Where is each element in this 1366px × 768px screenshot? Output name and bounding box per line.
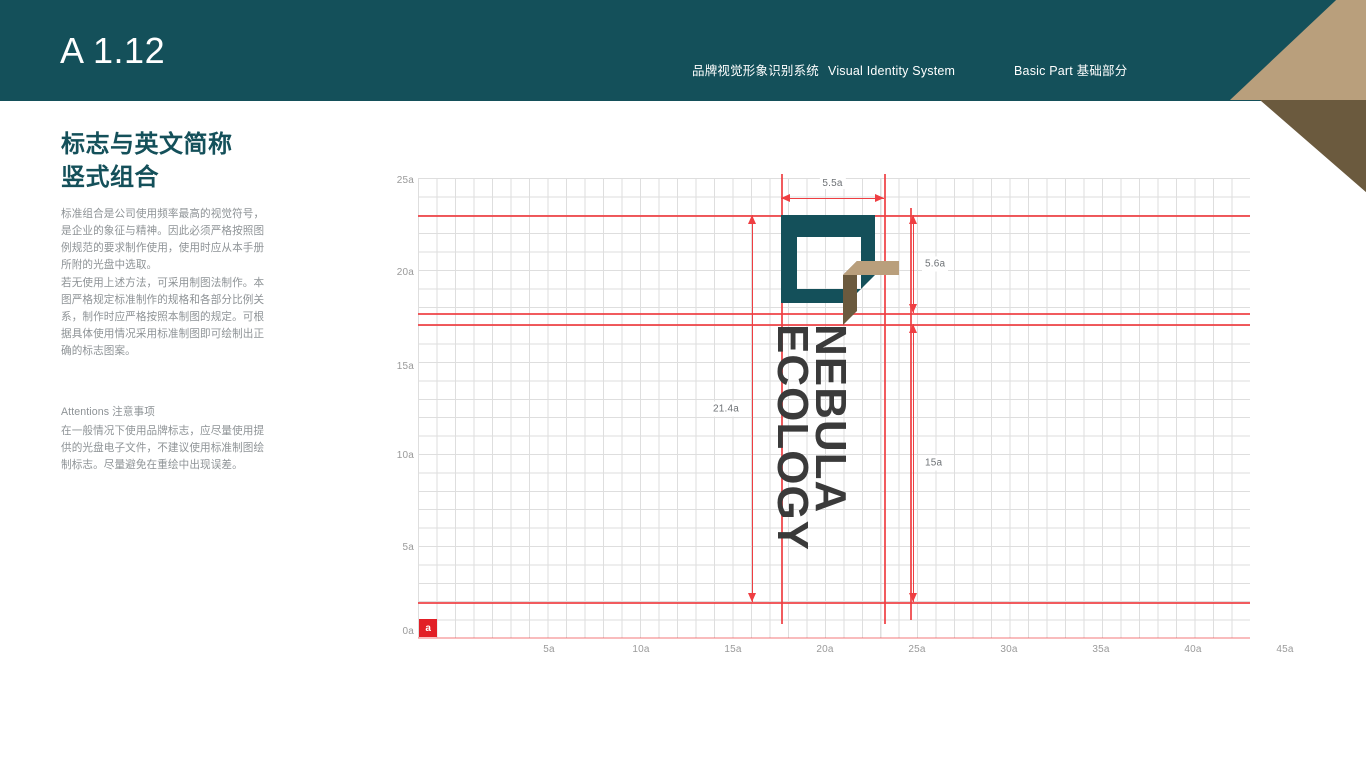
section-description: 标准组合是公司使用频率最高的视觉符号， 是企业的象征与精神。因此必须严格按照图 … (61, 206, 273, 360)
description-line: 据具体使用情况采用标准制图即可绘制出正 (61, 328, 265, 341)
x-axis-label: 10a (632, 644, 650, 655)
section-title-line-1: 标志与英文简称 (61, 131, 233, 158)
description-line: 系，制作时应严格按照本制图的规定。可根 (61, 310, 265, 323)
arrow-down-icon (908, 304, 917, 313)
description-line: 标准组合是公司使用频率最高的视觉符号， (61, 208, 265, 220)
dimension-label: 5.6a (922, 256, 949, 272)
page-header: A 1.12 品牌视觉形象识别系统 Visual Identity System … (0, 0, 1366, 101)
x-axis-label: 25a (908, 644, 926, 655)
dimension-logo-width: 5.5a (781, 178, 884, 204)
page-root: A 1.12 品牌视觉形象识别系统 Visual Identity System … (0, 0, 1366, 768)
y-axis-label: 0a (402, 626, 414, 637)
unit-square-marker: a (419, 619, 438, 638)
header-subtitle: 品牌视觉形象识别系统 Visual Identity System (692, 60, 955, 79)
header-subtitle-en: Visual Identity System (828, 64, 956, 78)
logo-tail-side (857, 261, 899, 275)
attentions-line: 在一般情况下使用品牌标志，应尽量使用提 (61, 425, 265, 438)
description-line: 例规范的要求制作使用，使用时应从本手册 (61, 242, 265, 255)
x-axis-label: 45a (1276, 644, 1294, 655)
guide-line-grid-bottom (418, 637, 1250, 639)
x-axis-label: 40a (1184, 644, 1202, 655)
header-subtitle-cn: 品牌视觉形象识别系统 (692, 64, 820, 78)
dimension-line (912, 215, 914, 313)
x-axis-label: 35a (1092, 644, 1110, 655)
dimension-line (912, 324, 914, 602)
guide-line-baseline (418, 602, 1250, 604)
arrow-left-icon (781, 193, 790, 202)
logo-mark-svg (781, 215, 899, 325)
x-axis-label: 15a (724, 644, 742, 655)
header-section-label: Basic Part 基础部分 (1014, 64, 1128, 78)
x-axis-label: 5a (543, 644, 555, 655)
x-axis-label: 30a (1000, 644, 1018, 655)
description-line: 若无使用上述方法，可采用制图法制作。本 (61, 276, 265, 289)
dimension-line (751, 215, 753, 602)
arrow-up-icon (908, 215, 917, 224)
attentions-line: 供的光盘电子文件，不建议使用标准制图绘 (61, 442, 265, 455)
dimension-label: 5.5a (819, 178, 846, 189)
section-title-line-2: 竖式组合 (61, 164, 159, 192)
arrow-down-icon (747, 593, 756, 602)
dimension-label: 21.4a (709, 401, 742, 416)
section-title: 标志与英文简称 竖式组合 (61, 128, 233, 194)
logo-bubble-shape (781, 215, 875, 303)
chevron-top-face (1230, 0, 1366, 100)
dimension-line (781, 197, 884, 199)
arrow-down-icon (908, 593, 917, 602)
dimension-total-height: 21.4a (709, 215, 758, 602)
attentions-line: 制标志。尽量避免在重绘中出现误差。 (61, 459, 243, 472)
y-axis-label: 20a (396, 267, 414, 278)
description-line: 确的标志图案。 (61, 345, 136, 358)
y-axis-label: 5a (402, 542, 414, 553)
construction-diagram: 0a 5a 10a 15a 20a 25a 5a 10a 15a 20a 25a… (380, 160, 1293, 670)
attentions-block: Attentions 注意事项 在一般情况下使用品牌标志，应尽量使用提 供的光盘… (61, 404, 273, 475)
description-line: 是企业的象征与精神。因此必须严格按照图 (61, 225, 265, 238)
y-axis-label: 10a (396, 450, 414, 461)
page-code: A 1.12 (60, 30, 166, 71)
y-axis-label: 15a (396, 361, 414, 372)
arrow-up-icon (908, 324, 917, 333)
attentions-heading: Attentions 注意事项 (61, 406, 155, 418)
y-axis-label: 25a (396, 175, 414, 186)
y-axis: 0a 5a 10a 15a 20a 25a (380, 160, 414, 660)
logo-mark (781, 215, 899, 325)
arrow-right-icon (875, 193, 884, 202)
x-axis: 5a 10a 15a 20a 25a 30a 35a 40a 45a (418, 644, 1293, 664)
dimension-label: 15a (922, 455, 946, 471)
x-axis-label: 20a (816, 644, 834, 655)
description-line: 图严格规定标准制作的规格和各部分比例关 (61, 293, 265, 306)
arrow-up-icon (747, 215, 756, 224)
dimension-mark-height: 5.6a (906, 215, 949, 313)
wordmark-ecology: ECOLOGY (768, 324, 817, 552)
description-line: 所附的光盘中选取。 (61, 259, 158, 272)
dimension-wordmark-height: 15a (906, 324, 946, 602)
